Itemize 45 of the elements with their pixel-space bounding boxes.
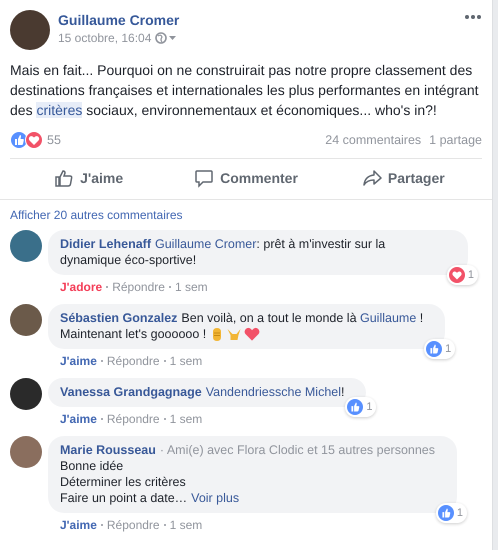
thumbs-up-icon xyxy=(54,168,74,188)
comment-text: Sébastien Gonzalez Ben voilà, on a tout le monde là Guillaume ! xyxy=(60,310,424,326)
avatar-photo-placeholder[interactable] xyxy=(10,378,42,410)
reply-link[interactable]: Répondre xyxy=(106,518,160,532)
reaction-link[interactable]: J'aime xyxy=(60,518,97,532)
like-button[interactable]: J'aime xyxy=(10,159,168,197)
reaction-badge[interactable]: 1 xyxy=(436,503,467,523)
reaction-count[interactable]: 55 xyxy=(47,133,61,147)
reaction-link[interactable]: J'aime xyxy=(60,354,97,368)
reaction-badge[interactable]: 1 xyxy=(345,397,376,417)
avatar-photo-placeholder[interactable] xyxy=(10,10,50,50)
speech-bubble-icon xyxy=(194,168,214,188)
see-more-link[interactable]: Voir plus xyxy=(191,490,240,506)
globe-icon[interactable] xyxy=(155,32,178,44)
heart-reaction-icon[interactable] xyxy=(25,131,43,149)
avatar-photo-placeholder[interactable] xyxy=(10,304,42,336)
comment-time[interactable]: 1 sem xyxy=(170,518,202,532)
share-button[interactable]: Partager xyxy=(324,159,482,197)
comment-text: Didier Lehenaff Guillaume Cromer: prêt à m'investir sur la dynamique éco-sportive! xyxy=(60,236,386,268)
share-count[interactable]: 1 partage xyxy=(429,133,482,147)
comment-button[interactable]: Commenter xyxy=(167,159,325,197)
comment-text: Déterminer les critères xyxy=(60,474,186,490)
comment-count[interactable]: 24 commentaires xyxy=(325,133,422,147)
reaction-badge[interactable]: 1 xyxy=(424,339,456,359)
reaction-link[interactable]: J'adore xyxy=(60,280,102,294)
view-more-comments-link[interactable]: Afficher 20 autres commentaires xyxy=(10,208,183,222)
reaction-badge[interactable]: 1 xyxy=(446,265,478,285)
reaction-link[interactable]: J'aime xyxy=(60,412,97,426)
comment-text: Faire un point a date… xyxy=(60,490,188,506)
comment-time[interactable]: 1 sem xyxy=(174,280,208,294)
comment-text: Vanessa Grandgagnage Vandendriessche Michel! xyxy=(60,384,344,400)
reply-link[interactable]: Répondre xyxy=(112,280,165,294)
share-icon xyxy=(362,168,382,188)
author-name[interactable]: Guillaume Cromer xyxy=(58,12,456,28)
reply-link[interactable]: Répondre xyxy=(106,412,160,426)
comment-text: Maintenant let's goooooo ! xyxy=(60,326,206,342)
reply-link[interactable]: Répondre xyxy=(106,354,160,368)
comment-author-line: Marie Rousseau · Ami(e) avec Flora Clodic et 15 autres personnes xyxy=(60,442,435,458)
more-options-icon[interactable] xyxy=(464,14,482,20)
heart-icon xyxy=(244,327,260,341)
post-text: Mais en fait... Pourquoi on ne construirait pas notre propre classement des destinations françaises et internationales les plus performantes en intégrant des critères sociaux, environnementaux et économiques... who's in?! xyxy=(10,61,480,120)
post-time[interactable]: 15 octobre, 16:04 xyxy=(58,31,152,45)
comment-time[interactable]: 1 sem xyxy=(170,354,202,368)
comment-time[interactable]: 1 sem xyxy=(170,412,202,426)
comment-text: Bonne idée xyxy=(60,458,124,474)
